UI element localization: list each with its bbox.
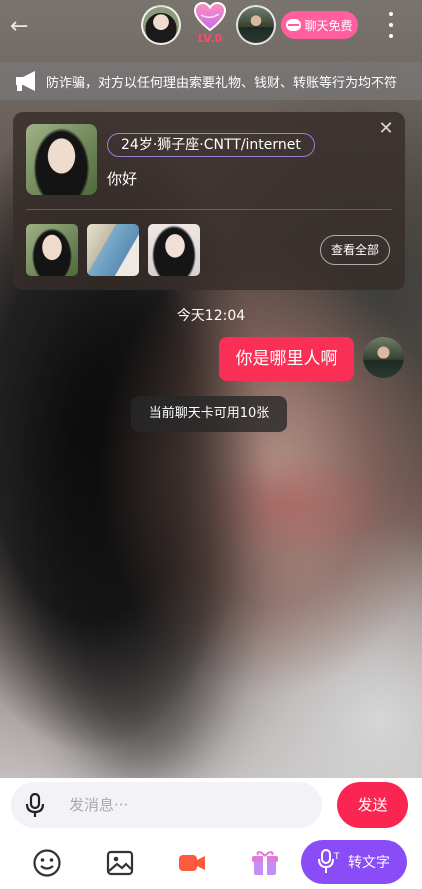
- intimacy-level[interactable]: LV.0: [190, 2, 230, 48]
- my-avatar[interactable]: [363, 337, 404, 378]
- chat-card-notice: 当前聊天卡可用10张: [131, 396, 287, 432]
- profile-greeting: 你好: [107, 170, 138, 188]
- voice-to-text-button[interactable]: T 转文字: [301, 840, 407, 884]
- emoji-icon[interactable]: [32, 848, 62, 878]
- speaker-icon: [16, 71, 35, 91]
- composer-panel: 发送 T 转文字: [0, 778, 422, 889]
- chat-free-label: 聊天免费: [304, 18, 353, 33]
- voice-to-text-icon: T: [318, 849, 340, 873]
- profile-photo[interactable]: [26, 124, 97, 195]
- back-arrow-icon[interactable]: ←: [10, 14, 36, 40]
- anti-fraud-text: 防诈骗，对方以任何理由索要礼物、钱财、转账等行为均不符: [46, 75, 398, 91]
- outgoing-message[interactable]: 你是哪里人啊: [219, 337, 354, 381]
- video-call-icon[interactable]: [177, 848, 207, 878]
- card-divider: [26, 209, 392, 210]
- gift-icon[interactable]: [250, 848, 280, 878]
- message-timestamp: 今天12:04: [176, 308, 246, 324]
- chat-bubble-icon: [286, 19, 302, 31]
- close-icon[interactable]: ✕: [377, 120, 395, 138]
- microphone-icon[interactable]: [25, 793, 45, 819]
- background-hair-blur: [40, 280, 240, 780]
- profile-thumbnail[interactable]: [87, 224, 139, 276]
- partner-avatar[interactable]: [141, 5, 181, 45]
- chat-free-badge[interactable]: 聊天免费: [281, 11, 358, 39]
- anti-fraud-notice: 防诈骗，对方以任何理由索要礼物、钱财、转账等行为均不符: [0, 62, 422, 100]
- profile-card: 24岁·狮子座·CNTT/internet 你好 ✕ 查看全部: [13, 112, 405, 290]
- profile-tagline: 24岁·狮子座·CNTT/internet: [107, 133, 315, 157]
- view-all-button[interactable]: 查看全部: [320, 235, 390, 265]
- top-bar: ← LV.0 聊天免费: [0, 0, 422, 56]
- send-button[interactable]: 发送: [337, 782, 408, 828]
- my-avatar-top[interactable]: [236, 5, 276, 45]
- profile-thumbnail[interactable]: [148, 224, 200, 276]
- voice-to-text-label: 转文字: [348, 855, 390, 871]
- svg-text:T: T: [333, 852, 340, 862]
- level-label: LV.0: [197, 32, 223, 45]
- heart-level-icon: [194, 2, 226, 32]
- message-input[interactable]: [69, 790, 309, 820]
- message-input-box: [11, 782, 322, 828]
- more-vertical-icon[interactable]: [384, 12, 398, 38]
- image-icon[interactable]: [105, 848, 135, 878]
- profile-thumbnail[interactable]: [26, 224, 78, 276]
